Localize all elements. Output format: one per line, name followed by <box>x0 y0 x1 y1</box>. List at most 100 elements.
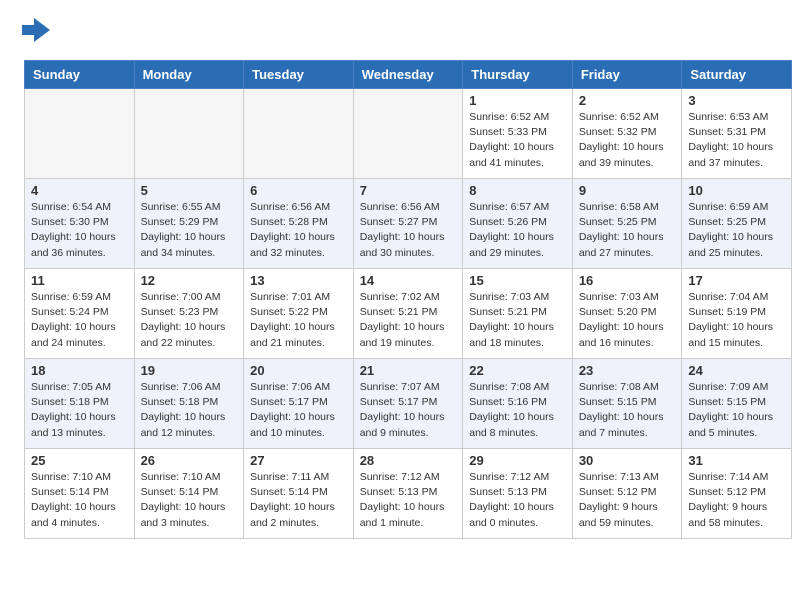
col-wednesday: Wednesday <box>353 61 463 89</box>
day-number: 26 <box>141 453 238 468</box>
day-info: Sunrise: 6:55 AM Sunset: 5:29 PM Dayligh… <box>141 200 238 261</box>
day-info: Sunrise: 7:07 AM Sunset: 5:17 PM Dayligh… <box>360 380 457 441</box>
day-info: Sunrise: 7:05 AM Sunset: 5:18 PM Dayligh… <box>31 380 128 441</box>
col-tuesday: Tuesday <box>244 61 354 89</box>
day-info: Sunrise: 6:58 AM Sunset: 5:25 PM Dayligh… <box>579 200 676 261</box>
col-sunday: Sunday <box>25 61 135 89</box>
day-number: 16 <box>579 273 676 288</box>
day-info: Sunrise: 6:56 AM Sunset: 5:28 PM Dayligh… <box>250 200 347 261</box>
table-row: 16 Sunrise: 7:03 AM Sunset: 5:20 PM Dayl… <box>572 269 682 359</box>
day-number: 5 <box>141 183 238 198</box>
table-row <box>25 89 135 179</box>
day-number: 2 <box>579 93 676 108</box>
day-number: 22 <box>469 363 566 378</box>
day-number: 1 <box>469 93 566 108</box>
day-info: Sunrise: 7:08 AM Sunset: 5:16 PM Dayligh… <box>469 380 566 441</box>
day-info: Sunrise: 7:09 AM Sunset: 5:15 PM Dayligh… <box>688 380 785 441</box>
table-row: 1 Sunrise: 6:52 AM Sunset: 5:33 PM Dayli… <box>463 89 573 179</box>
table-row: 26 Sunrise: 7:10 AM Sunset: 5:14 PM Dayl… <box>134 449 244 539</box>
table-row: 13 Sunrise: 7:01 AM Sunset: 5:22 PM Dayl… <box>244 269 354 359</box>
table-row: 11 Sunrise: 6:59 AM Sunset: 5:24 PM Dayl… <box>25 269 135 359</box>
day-number: 3 <box>688 93 785 108</box>
day-number: 6 <box>250 183 347 198</box>
table-row: 12 Sunrise: 7:00 AM Sunset: 5:23 PM Dayl… <box>134 269 244 359</box>
table-row: 20 Sunrise: 7:06 AM Sunset: 5:17 PM Dayl… <box>244 359 354 449</box>
col-monday: Monday <box>134 61 244 89</box>
day-info: Sunrise: 7:11 AM Sunset: 5:14 PM Dayligh… <box>250 470 347 531</box>
table-row <box>244 89 354 179</box>
calendar-week-row: 25 Sunrise: 7:10 AM Sunset: 5:14 PM Dayl… <box>25 449 792 539</box>
table-row: 3 Sunrise: 6:53 AM Sunset: 5:31 PM Dayli… <box>682 89 792 179</box>
day-info: Sunrise: 7:01 AM Sunset: 5:22 PM Dayligh… <box>250 290 347 351</box>
day-number: 14 <box>360 273 457 288</box>
day-info: Sunrise: 6:52 AM Sunset: 5:33 PM Dayligh… <box>469 110 566 171</box>
day-info: Sunrise: 7:12 AM Sunset: 5:13 PM Dayligh… <box>469 470 566 531</box>
table-row: 6 Sunrise: 6:56 AM Sunset: 5:28 PM Dayli… <box>244 179 354 269</box>
day-number: 21 <box>360 363 457 378</box>
day-info: Sunrise: 6:53 AM Sunset: 5:31 PM Dayligh… <box>688 110 785 171</box>
day-number: 12 <box>141 273 238 288</box>
table-row: 7 Sunrise: 6:56 AM Sunset: 5:27 PM Dayli… <box>353 179 463 269</box>
table-row: 17 Sunrise: 7:04 AM Sunset: 5:19 PM Dayl… <box>682 269 792 359</box>
day-number: 19 <box>141 363 238 378</box>
day-number: 15 <box>469 273 566 288</box>
day-number: 13 <box>250 273 347 288</box>
col-saturday: Saturday <box>682 61 792 89</box>
day-info: Sunrise: 6:59 AM Sunset: 5:24 PM Dayligh… <box>31 290 128 351</box>
day-info: Sunrise: 7:06 AM Sunset: 5:18 PM Dayligh… <box>141 380 238 441</box>
day-info: Sunrise: 6:52 AM Sunset: 5:32 PM Dayligh… <box>579 110 676 171</box>
table-row: 23 Sunrise: 7:08 AM Sunset: 5:15 PM Dayl… <box>572 359 682 449</box>
day-info: Sunrise: 6:56 AM Sunset: 5:27 PM Dayligh… <box>360 200 457 261</box>
day-number: 11 <box>31 273 128 288</box>
table-row: 14 Sunrise: 7:02 AM Sunset: 5:21 PM Dayl… <box>353 269 463 359</box>
table-row: 28 Sunrise: 7:12 AM Sunset: 5:13 PM Dayl… <box>353 449 463 539</box>
day-number: 25 <box>31 453 128 468</box>
day-number: 8 <box>469 183 566 198</box>
table-row <box>134 89 244 179</box>
table-row: 21 Sunrise: 7:07 AM Sunset: 5:17 PM Dayl… <box>353 359 463 449</box>
day-info: Sunrise: 7:04 AM Sunset: 5:19 PM Dayligh… <box>688 290 785 351</box>
day-number: 28 <box>360 453 457 468</box>
table-row: 9 Sunrise: 6:58 AM Sunset: 5:25 PM Dayli… <box>572 179 682 269</box>
table-row: 4 Sunrise: 6:54 AM Sunset: 5:30 PM Dayli… <box>25 179 135 269</box>
day-number: 18 <box>31 363 128 378</box>
day-number: 30 <box>579 453 676 468</box>
logo <box>12 10 56 50</box>
table-row: 2 Sunrise: 6:52 AM Sunset: 5:32 PM Dayli… <box>572 89 682 179</box>
calendar-week-row: 1 Sunrise: 6:52 AM Sunset: 5:33 PM Dayli… <box>25 89 792 179</box>
day-info: Sunrise: 7:10 AM Sunset: 5:14 PM Dayligh… <box>141 470 238 531</box>
calendar-week-row: 4 Sunrise: 6:54 AM Sunset: 5:30 PM Dayli… <box>25 179 792 269</box>
day-info: Sunrise: 7:03 AM Sunset: 5:21 PM Dayligh… <box>469 290 566 351</box>
table-row: 25 Sunrise: 7:10 AM Sunset: 5:14 PM Dayl… <box>25 449 135 539</box>
table-row <box>353 89 463 179</box>
day-number: 7 <box>360 183 457 198</box>
table-row: 31 Sunrise: 7:14 AM Sunset: 5:12 PM Dayl… <box>682 449 792 539</box>
calendar-header-row: Sunday Monday Tuesday Wednesday Thursday… <box>25 61 792 89</box>
day-info: Sunrise: 7:03 AM Sunset: 5:20 PM Dayligh… <box>579 290 676 351</box>
day-number: 9 <box>579 183 676 198</box>
day-number: 10 <box>688 183 785 198</box>
table-row: 30 Sunrise: 7:13 AM Sunset: 5:12 PM Dayl… <box>572 449 682 539</box>
table-row: 19 Sunrise: 7:06 AM Sunset: 5:18 PM Dayl… <box>134 359 244 449</box>
day-number: 31 <box>688 453 785 468</box>
day-info: Sunrise: 7:08 AM Sunset: 5:15 PM Dayligh… <box>579 380 676 441</box>
day-number: 20 <box>250 363 347 378</box>
day-info: Sunrise: 7:00 AM Sunset: 5:23 PM Dayligh… <box>141 290 238 351</box>
col-friday: Friday <box>572 61 682 89</box>
day-info: Sunrise: 7:06 AM Sunset: 5:17 PM Dayligh… <box>250 380 347 441</box>
table-row: 24 Sunrise: 7:09 AM Sunset: 5:15 PM Dayl… <box>682 359 792 449</box>
day-number: 29 <box>469 453 566 468</box>
day-number: 27 <box>250 453 347 468</box>
table-row: 22 Sunrise: 7:08 AM Sunset: 5:16 PM Dayl… <box>463 359 573 449</box>
day-info: Sunrise: 6:59 AM Sunset: 5:25 PM Dayligh… <box>688 200 785 261</box>
calendar-week-row: 11 Sunrise: 6:59 AM Sunset: 5:24 PM Dayl… <box>25 269 792 359</box>
day-info: Sunrise: 7:02 AM Sunset: 5:21 PM Dayligh… <box>360 290 457 351</box>
table-row: 27 Sunrise: 7:11 AM Sunset: 5:14 PM Dayl… <box>244 449 354 539</box>
day-info: Sunrise: 7:10 AM Sunset: 5:14 PM Dayligh… <box>31 470 128 531</box>
table-row: 29 Sunrise: 7:12 AM Sunset: 5:13 PM Dayl… <box>463 449 573 539</box>
calendar-week-row: 18 Sunrise: 7:05 AM Sunset: 5:18 PM Dayl… <box>25 359 792 449</box>
table-row: 18 Sunrise: 7:05 AM Sunset: 5:18 PM Dayl… <box>25 359 135 449</box>
logo-icon <box>12 10 52 50</box>
col-thursday: Thursday <box>463 61 573 89</box>
day-info: Sunrise: 7:13 AM Sunset: 5:12 PM Dayligh… <box>579 470 676 531</box>
